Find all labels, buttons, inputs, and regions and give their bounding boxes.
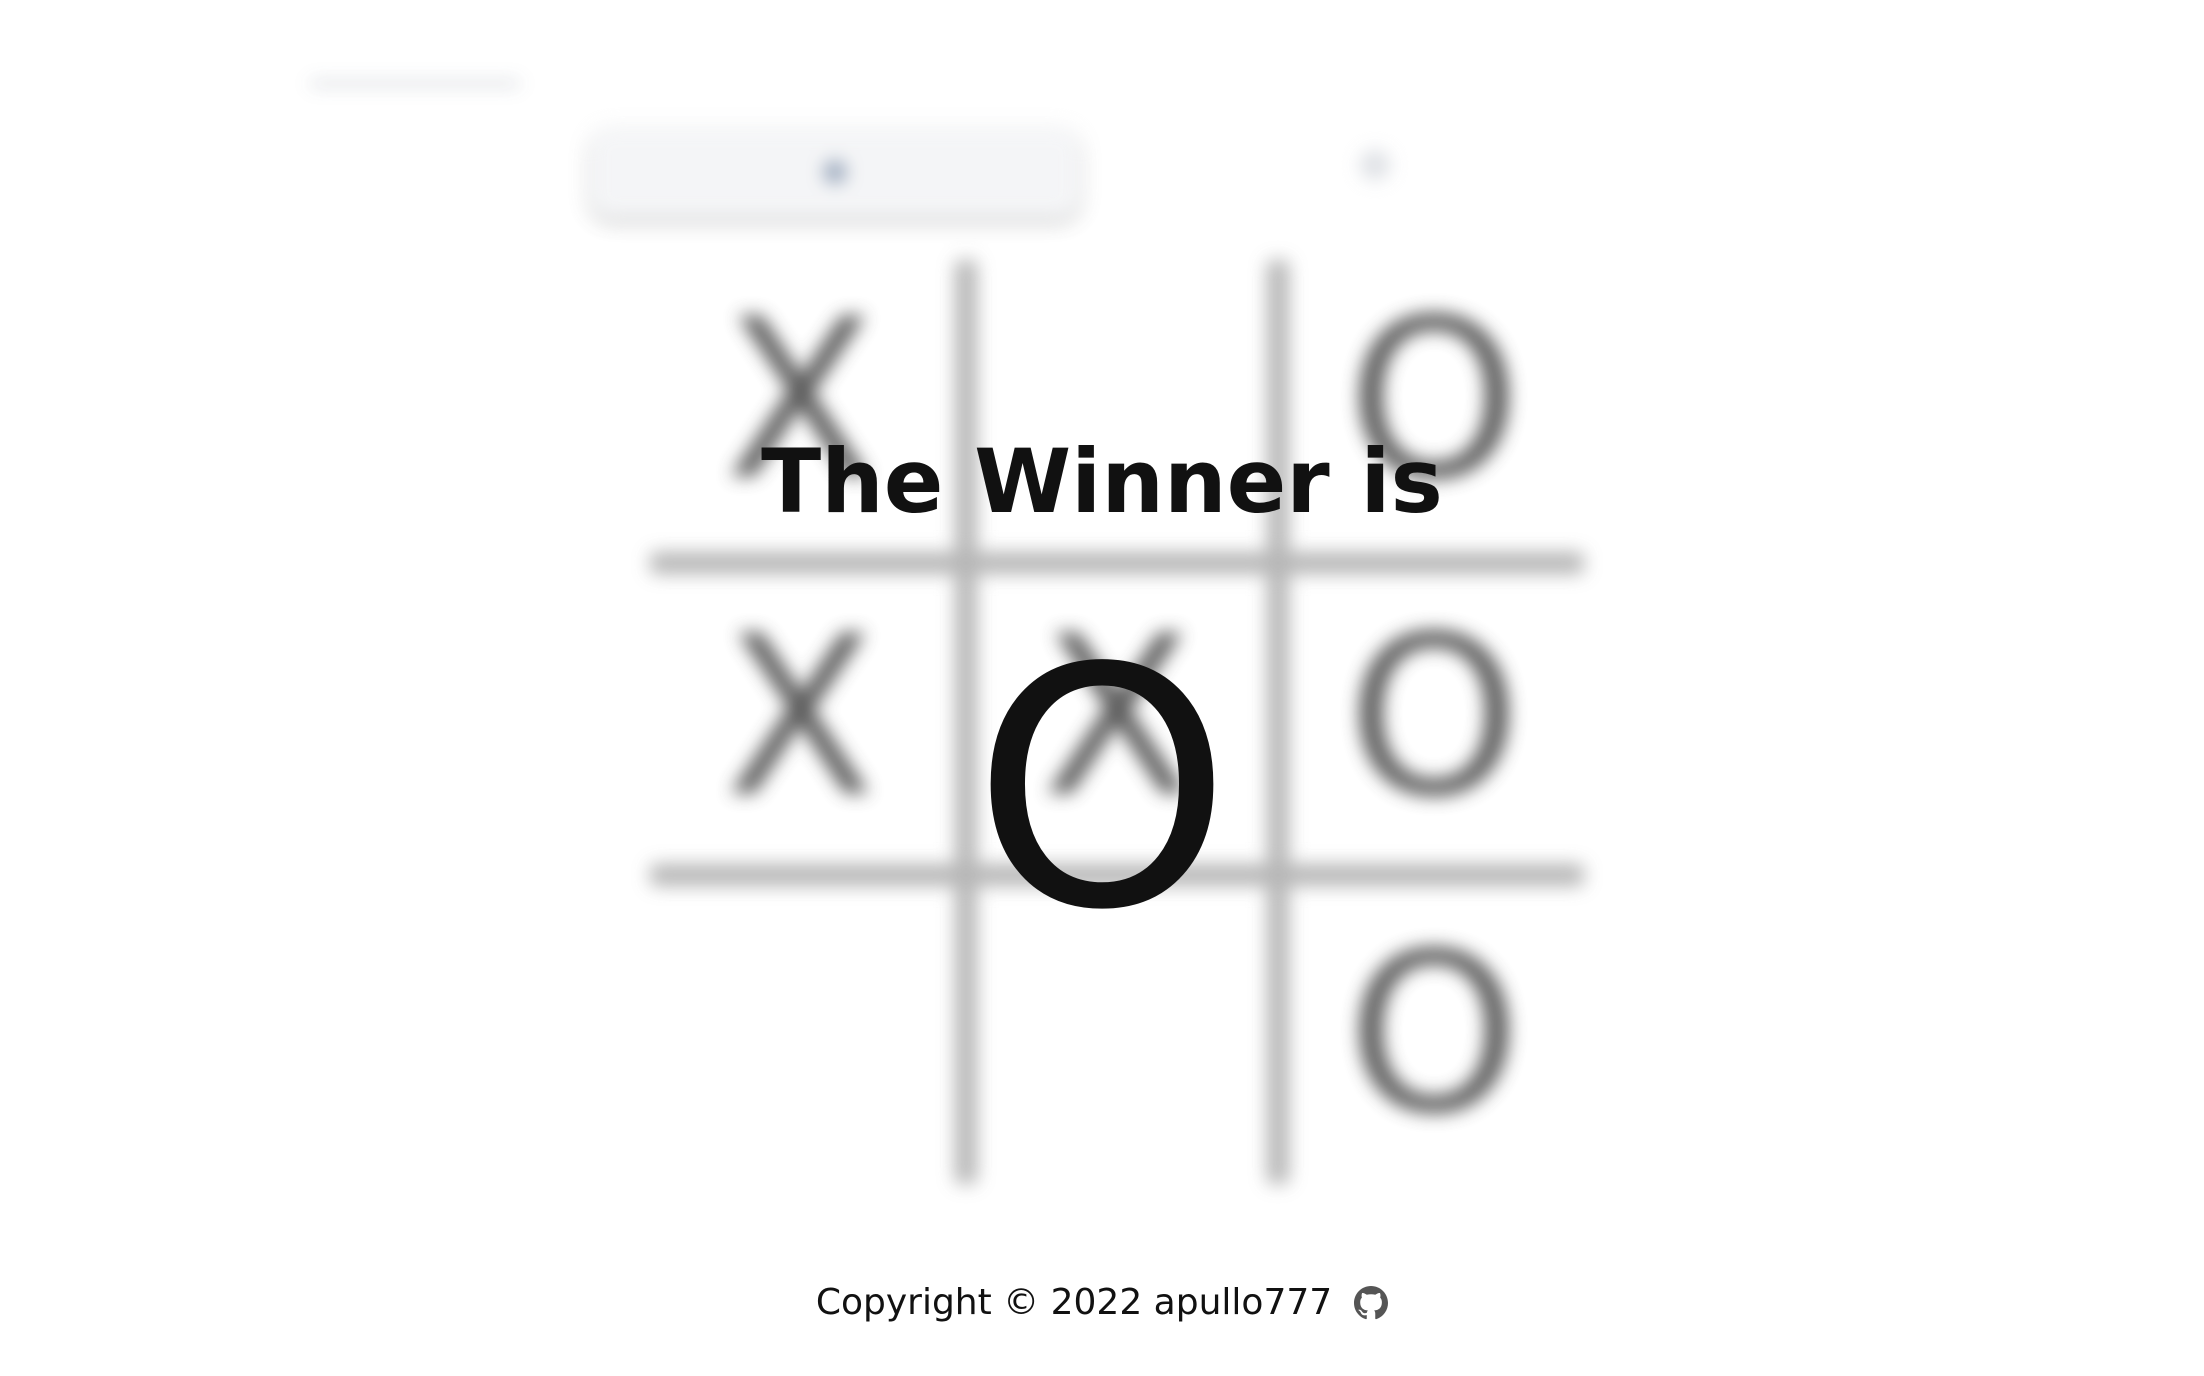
footer: Copyright © 2022 apullo777 [0,1282,2204,1323]
winner-overlay[interactable]: The Winner is O [0,0,2204,1376]
winner-title: The Winner is [761,430,1443,533]
winner-mark: O [972,598,1232,982]
copyright-text: Copyright © 2022 apullo777 [815,1282,1333,1323]
github-icon[interactable] [1354,1285,1389,1320]
game-page: X O X X O O The Winner is O Copyright © … [0,0,2204,1376]
